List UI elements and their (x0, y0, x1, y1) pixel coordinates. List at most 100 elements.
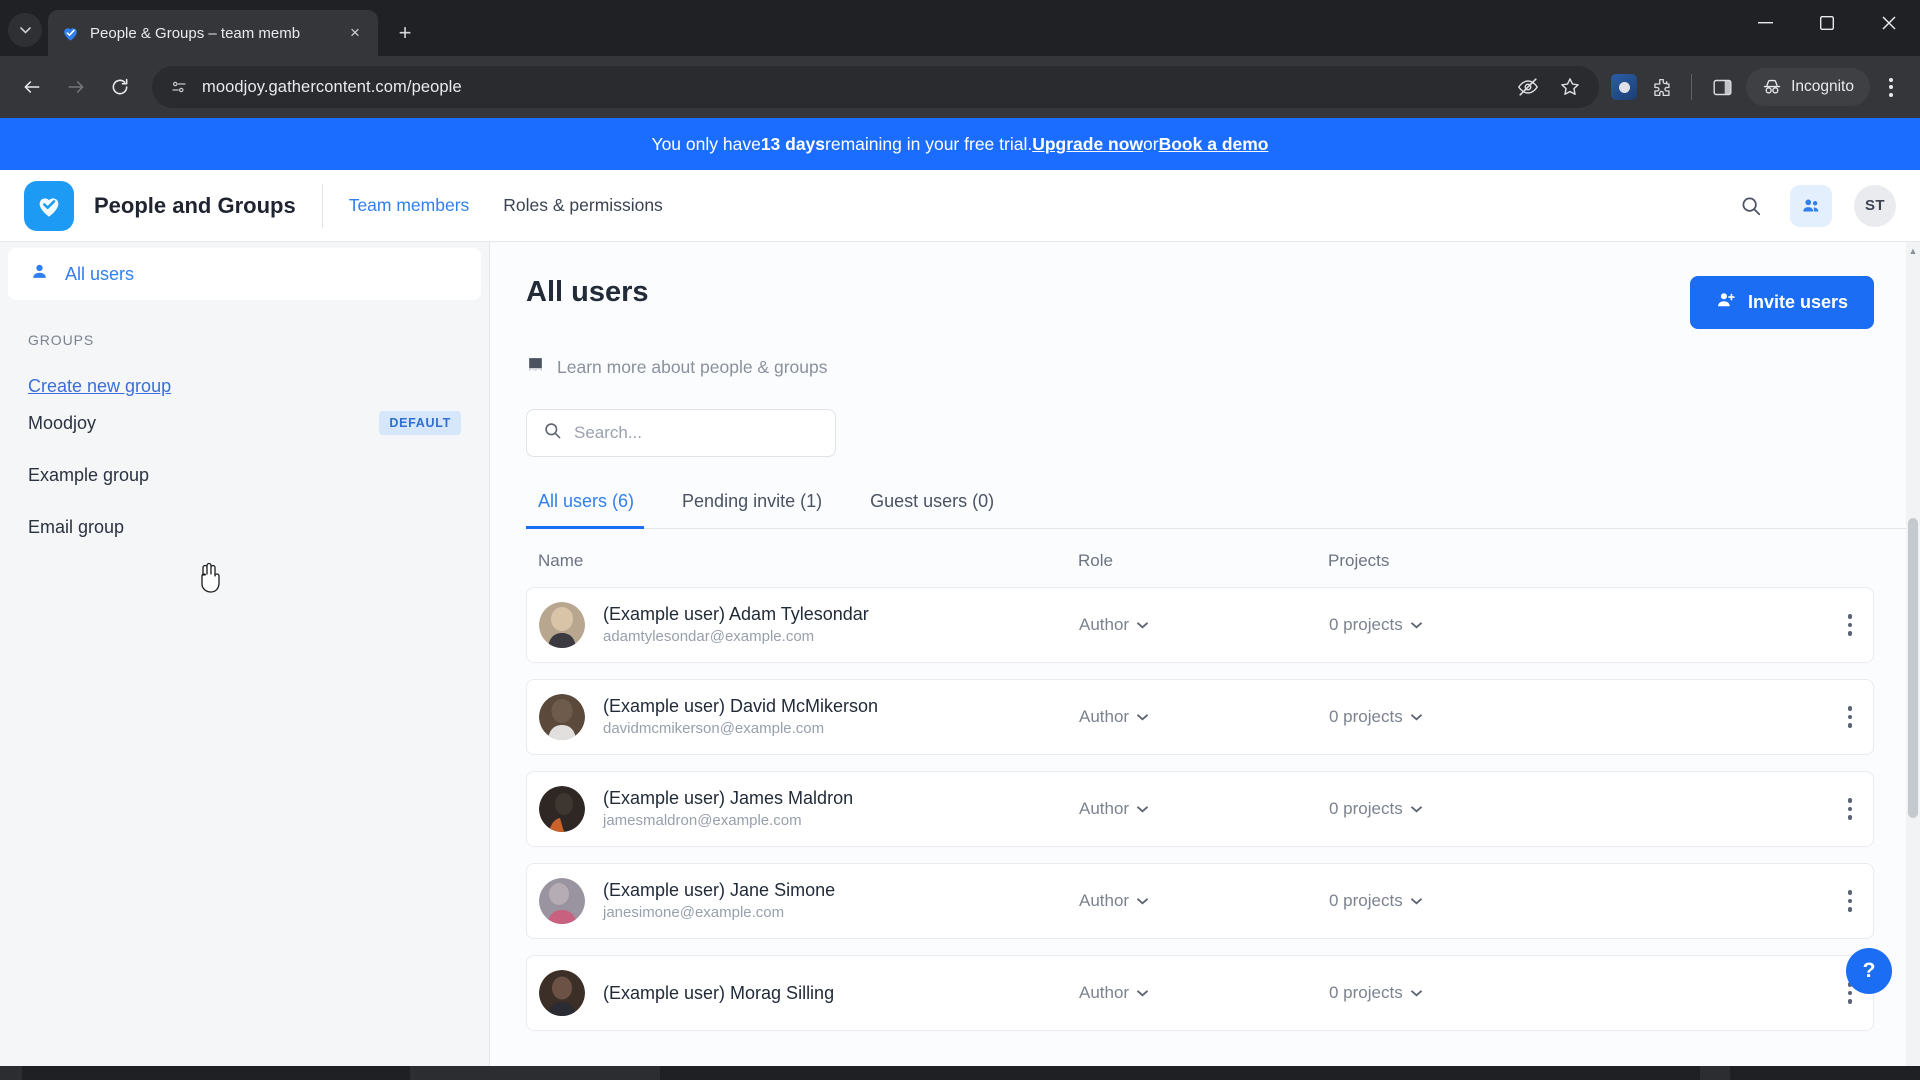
back-button[interactable] (12, 67, 52, 107)
tab-strip: People & Groups – team memb × + (0, 0, 1920, 56)
extension-puzzle-icon[interactable] (1641, 67, 1681, 107)
projects-dropdown[interactable]: 0 projects (1329, 707, 1827, 727)
browser-tab[interactable]: People & Groups – team memb × (48, 10, 378, 56)
role-dropdown[interactable]: Author (1079, 707, 1329, 727)
main-title: All users (526, 276, 649, 308)
table-row[interactable]: (Example user) Morag Silling Author 0 pr… (526, 955, 1874, 1031)
create-new-group-link[interactable]: Create new group (28, 376, 171, 397)
side-panel-icon[interactable] (1702, 67, 1742, 107)
search-icon[interactable] (1734, 189, 1768, 223)
extension-avatar-icon[interactable] (1611, 74, 1638, 100)
tab-roles-permissions[interactable]: Roles & permissions (503, 195, 663, 216)
scrollbar-thumb[interactable] (1908, 518, 1918, 818)
scroll-up-icon[interactable]: ▲ (1908, 246, 1918, 256)
role-dropdown[interactable]: Author (1079, 891, 1329, 911)
table-row[interactable]: (Example user) Adam Tylesondar adamtyles… (526, 587, 1874, 663)
row-menu-icon[interactable] (1827, 890, 1873, 912)
main-content: All users Invite users Learn more about … (490, 242, 1920, 1080)
minimize-icon[interactable] (1734, 0, 1796, 46)
trial-middle: remaining in your free trial. (825, 133, 1033, 154)
trial-days: 13 days (760, 133, 826, 154)
role-dropdown[interactable]: Author (1079, 983, 1329, 1003)
upgrade-now-link[interactable]: Upgrade now (1032, 134, 1143, 155)
close-window-icon[interactable] (1858, 0, 1920, 46)
address-bar[interactable]: moodjoy.gathercontent.com/people (152, 66, 1600, 108)
incognito-indicator[interactable]: Incognito (1746, 68, 1870, 106)
learn-more-label: Learn more about people & groups (557, 356, 828, 377)
projects-dropdown[interactable]: 0 projects (1329, 799, 1827, 819)
chevron-down-icon (1410, 989, 1422, 997)
avatar (539, 970, 585, 1016)
avatar (539, 693, 585, 740)
toolbar-divider (1691, 74, 1693, 100)
gathercontent-logo-icon[interactable] (24, 180, 74, 231)
taskbar-strip (0, 1066, 1920, 1080)
learn-more-link[interactable]: Learn more about people & groups (526, 355, 1920, 379)
search-icon (543, 421, 562, 445)
sidebar-item-moodjoy[interactable]: Moodjoy DEFAULT (0, 397, 489, 449)
tab-all-users[interactable]: All users (6) (526, 491, 658, 529)
three-dots-vertical-icon[interactable] (1874, 70, 1908, 104)
status-badge: DEFAULT (379, 411, 461, 435)
tab-guest-users[interactable]: Guest users (0) (846, 491, 1018, 528)
main-header: All users Invite users (526, 276, 1920, 329)
table-row[interactable]: (Example user) Jane Simone janesimone@ex… (526, 863, 1874, 939)
tab-title: People & Groups – team memb (90, 24, 301, 42)
url-text: moodjoy.gathercontent.com/people (202, 77, 462, 96)
scrollbar[interactable]: ▲ ▼ (1906, 242, 1920, 1080)
tab-pending-invite[interactable]: Pending invite (1) (658, 491, 846, 528)
reload-button[interactable] (100, 67, 140, 107)
chevron-down-icon (1137, 897, 1148, 905)
book-icon (526, 355, 545, 379)
role-value: Author (1079, 891, 1130, 910)
user-name: (Example user) Adam Tylesondar (603, 603, 869, 624)
row-menu-icon[interactable] (1827, 798, 1873, 820)
row-menu-icon[interactable] (1827, 706, 1873, 728)
role-dropdown[interactable]: Author (1079, 615, 1329, 635)
search-input[interactable]: Search... (526, 409, 836, 457)
user-name: (Example user) James Maldron (603, 787, 854, 808)
close-icon[interactable]: × (344, 22, 366, 44)
projects-dropdown[interactable]: 0 projects (1329, 615, 1827, 635)
table-row[interactable]: (Example user) David McMikerson davidmcm… (526, 679, 1874, 755)
chevron-down-icon (1410, 713, 1422, 721)
maximize-icon[interactable] (1796, 0, 1858, 46)
eye-slash-icon[interactable] (1515, 74, 1541, 100)
role-dropdown[interactable]: Author (1079, 799, 1329, 819)
book-a-demo-link[interactable]: Book a demo (1159, 134, 1269, 155)
sidebar-item-example-group[interactable]: Example group (0, 449, 489, 501)
column-header-projects: Projects (1328, 551, 1390, 570)
header-actions: ST (1734, 184, 1896, 227)
projects-dropdown[interactable]: 0 projects (1329, 891, 1827, 911)
projects-dropdown[interactable]: 0 projects (1329, 983, 1827, 1003)
role-value: Author (1079, 707, 1130, 726)
invite-users-label: Invite users (1747, 292, 1848, 312)
help-button[interactable]: ? (1846, 948, 1892, 994)
column-header-name: Name (538, 551, 584, 570)
tab-team-members[interactable]: Team members (349, 195, 470, 216)
page-title: People and Groups (94, 192, 296, 218)
new-tab-button[interactable]: + (388, 16, 422, 50)
avatar[interactable]: ST (1854, 184, 1896, 227)
trial-or: or (1143, 133, 1159, 154)
content-tabs: All users (6) Pending invite (1) Guest u… (526, 491, 1920, 529)
sidebar-item-email-group[interactable]: Email group (0, 501, 489, 553)
sidebar-item-all-users[interactable]: All users (8, 248, 481, 300)
invite-users-button[interactable]: Invite users (1689, 276, 1874, 329)
table-row[interactable]: (Example user) James Maldron jamesmaldro… (526, 771, 1874, 847)
sidebar: All users GROUPS Create new group Moodjo… (0, 242, 490, 1080)
people-group-icon[interactable] (1790, 184, 1832, 227)
tab-search-button[interactable] (8, 13, 42, 47)
trial-banner: You only have 13 days remaining in your … (0, 118, 1920, 170)
group-name: Example group (28, 464, 150, 485)
mouse-cursor-icon (201, 562, 220, 593)
projects-value: 0 projects (1329, 983, 1403, 1002)
app-header: People and Groups Team members Roles & p… (0, 170, 1920, 242)
projects-value: 0 projects (1329, 799, 1403, 818)
star-icon[interactable] (1557, 74, 1583, 100)
table-header: Name Role Projects (526, 529, 1920, 587)
page-info-icon[interactable] (168, 76, 190, 98)
projects-value: 0 projects (1329, 615, 1403, 634)
forward-button[interactable] (56, 67, 96, 107)
row-menu-icon[interactable] (1827, 614, 1873, 636)
